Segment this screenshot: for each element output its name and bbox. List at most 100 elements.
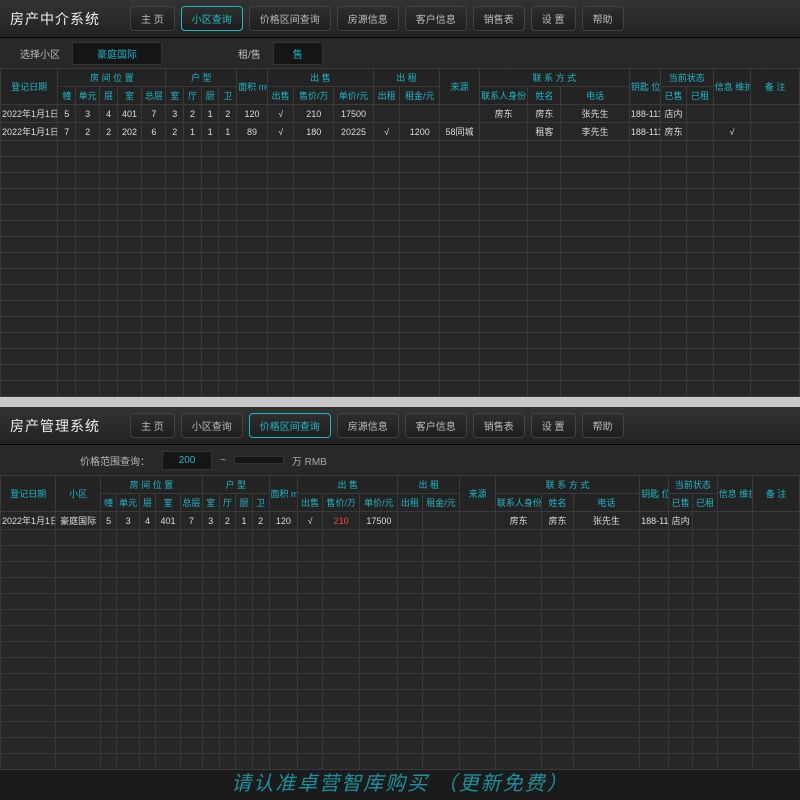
table-row [1, 754, 800, 770]
cell: 7 [142, 105, 166, 123]
colgroup-status: 当前状态 [660, 69, 713, 87]
nav-button[interactable]: 帮助 [582, 413, 624, 438]
cell [398, 512, 422, 530]
table-row [1, 285, 800, 301]
nav-button[interactable]: 设 置 [531, 6, 576, 31]
nav-button[interactable]: 客户信息 [405, 413, 467, 438]
cell [460, 512, 496, 530]
price-min-input[interactable]: 200 [162, 451, 212, 470]
cell: 3 [166, 105, 184, 123]
cell [400, 105, 440, 123]
cell: 租客 [528, 123, 561, 141]
watermark-text: 请认准卓营智库购买 （更新免费） [0, 767, 800, 796]
price-max-input[interactable] [234, 456, 284, 464]
cell: 2 [184, 105, 202, 123]
nav-button[interactable]: 主 页 [130, 6, 175, 31]
col-maintainer: 信息 维护人 [713, 69, 751, 105]
nav-button[interactable]: 价格区间查询 [249, 6, 331, 31]
cell: 6 [142, 123, 166, 141]
table-row [1, 301, 800, 317]
price-unit: 万 RMB [292, 453, 327, 468]
nav-button[interactable]: 主 页 [130, 413, 175, 438]
filter-label-type: 租/售 [238, 46, 261, 61]
nav-button[interactable]: 房源信息 [337, 6, 399, 31]
col-source: 来源 [440, 69, 480, 105]
community-select[interactable]: 豪庭国际 [72, 42, 162, 65]
cell [693, 512, 717, 530]
cell: 7 [58, 123, 76, 141]
table-row [1, 610, 800, 626]
nav-button[interactable]: 价格区间查询 [249, 413, 331, 438]
cell: 豪庭国际 [56, 512, 100, 530]
cell: 李先生 [561, 123, 629, 141]
cell: √ [267, 123, 293, 141]
cell [713, 105, 751, 123]
colgroup-contact: 联 系 方 式 [479, 69, 629, 87]
cell: 4 [100, 105, 118, 123]
cell: 店内 [668, 512, 692, 530]
cell: 3 [76, 105, 100, 123]
filter-bar: 选择小区 豪庭国际 租/售 售 [0, 38, 800, 68]
cell: √ [713, 123, 751, 141]
table-row [1, 594, 800, 610]
cell: 180 [294, 123, 334, 141]
nav-button[interactable]: 房源信息 [337, 413, 399, 438]
table-row[interactable]: 2022年1月1日53440173212120√21017500房东房东张先生1… [1, 105, 800, 123]
table-row [1, 578, 800, 594]
type-select[interactable]: 售 [273, 42, 323, 65]
cell [687, 123, 713, 141]
table-row [1, 626, 800, 642]
table-row [1, 221, 800, 237]
cell: 2 [252, 512, 269, 530]
nav-button[interactable]: 小区查询 [181, 6, 243, 31]
cell [479, 123, 528, 141]
app-title: 房产中介系统 [10, 9, 100, 29]
table-row [1, 381, 800, 397]
cell: 3 [117, 512, 139, 530]
table-row [1, 317, 800, 333]
table-row [1, 253, 800, 269]
cell: 房东 [542, 512, 573, 530]
cell: 3 [202, 512, 219, 530]
table-row [1, 349, 800, 365]
nav-button[interactable]: 小区查询 [181, 413, 243, 438]
topbar: 房产管理系统 主 页小区查询价格区间查询房源信息客户信息销售表设 置帮助 [0, 407, 800, 445]
app-manage-system: 房产管理系统 主 页小区查询价格区间查询房源信息客户信息销售表设 置帮助 价格范… [0, 407, 800, 800]
cell: 1 [219, 123, 237, 141]
cell: 张先生 [573, 512, 640, 530]
cell: 2 [166, 123, 184, 141]
table-row[interactable]: 2022年1月1日豪庭国际53440173212120√21017500房东房东… [1, 512, 800, 530]
cell: 401 [117, 105, 141, 123]
cell: 17500 [334, 105, 374, 123]
cell [440, 105, 480, 123]
cell: √ [373, 123, 399, 141]
table-row [1, 237, 800, 253]
cell: 202 [117, 123, 141, 141]
table-row[interactable]: 2022年1月1日7222026211189√18020225√120058同城… [1, 123, 800, 141]
cell: 2 [100, 123, 118, 141]
cell: 210 [322, 512, 360, 530]
cell [753, 512, 800, 530]
nav-button[interactable]: 设 置 [531, 413, 576, 438]
nav-button[interactable]: 客户信息 [405, 6, 467, 31]
data-table: 登记日期 房 间 位 置 户 型 面积 m² 出 售 出 租 来源 联 系 方 … [0, 68, 800, 397]
table-row [1, 674, 800, 690]
cell: 401 [156, 512, 180, 530]
colgroup-location: 房 间 位 置 [58, 69, 166, 87]
cell: √ [267, 105, 293, 123]
table-row [1, 530, 800, 546]
table-row [1, 642, 800, 658]
cell: 188-1111-3333 [629, 123, 660, 141]
nav-button[interactable]: 销售表 [473, 413, 525, 438]
table-row [1, 333, 800, 349]
cell: 188-1111-2222 [629, 105, 660, 123]
col-key: 钥匙 位置 [629, 69, 660, 105]
nav-button[interactable]: 销售表 [473, 6, 525, 31]
range-separator: ~ [220, 455, 226, 466]
cell: 2022年1月1日 [1, 123, 58, 141]
cell: 7 [180, 512, 202, 530]
table-row [1, 269, 800, 285]
table-row [1, 141, 800, 157]
data-table: 登记日期 小区 房 间 位 置 户 型 面积 m² 出 售 出 租 来源 联 系… [0, 475, 800, 770]
nav-button[interactable]: 帮助 [582, 6, 624, 31]
